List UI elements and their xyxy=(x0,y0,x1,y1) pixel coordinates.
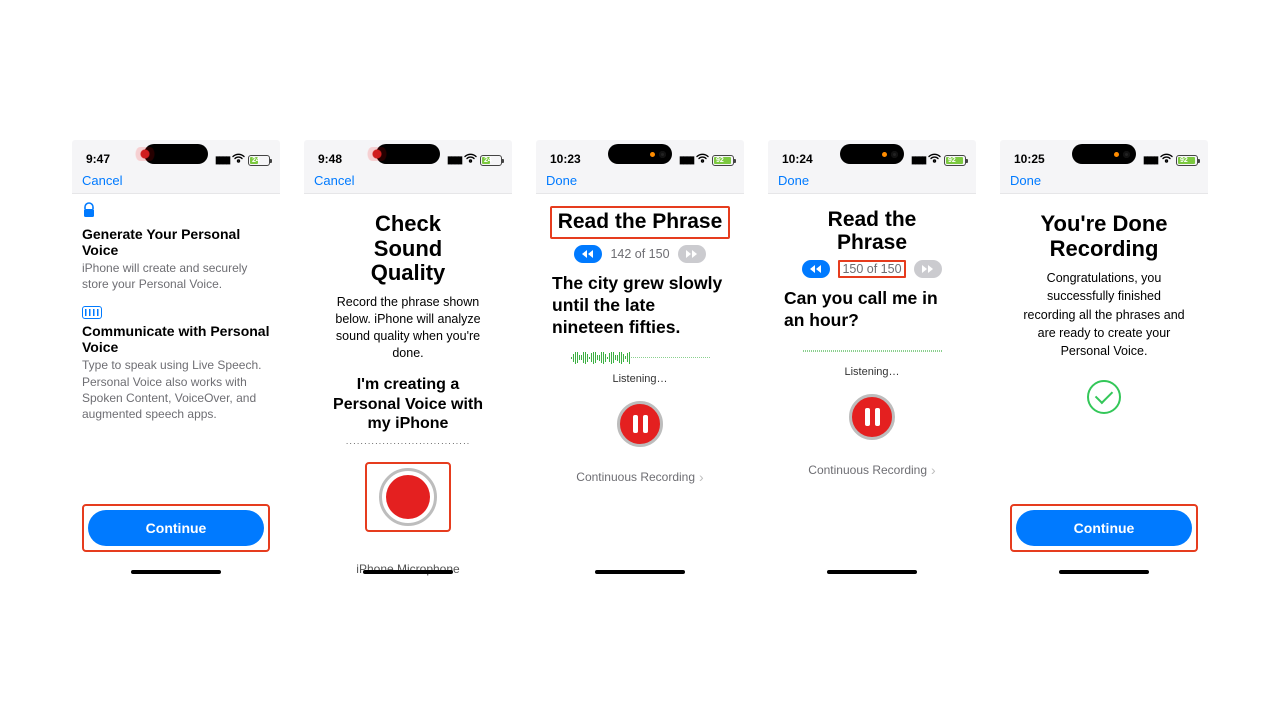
dynamic-island xyxy=(840,144,904,164)
battery-icon: 92 xyxy=(712,155,734,166)
status-bar: 10:23 ▮▮▮▮ 92 xyxy=(536,140,744,168)
highlight-box: Continue xyxy=(1010,504,1198,552)
pause-button[interactable] xyxy=(617,401,663,447)
home-indicator[interactable] xyxy=(827,570,917,574)
phrase-count: 150 of 150 xyxy=(838,260,905,278)
battery-icon: 24 xyxy=(480,155,502,166)
pause-button[interactable] xyxy=(849,394,895,440)
page-body: Record the phrase shown below. iPhone wi… xyxy=(324,294,492,362)
record-button[interactable] xyxy=(379,468,437,526)
nav-bar: Cancel xyxy=(304,168,512,194)
prev-phrase-button[interactable] xyxy=(574,245,602,263)
home-indicator[interactable] xyxy=(131,570,221,574)
footer-label: Continuous Recording xyxy=(808,463,927,477)
screen-1-intro: 9:47 ▮▮▮▮ 24 Cancel Generate Your Person… xyxy=(72,140,280,580)
waveform-icon xyxy=(778,344,966,358)
wifi-icon xyxy=(928,153,941,166)
highlight-box: Read the Phrase xyxy=(550,206,731,239)
cellular-icon: ▮▮▮▮ xyxy=(679,155,693,166)
listening-label: Listening… xyxy=(546,373,734,385)
phrase-text: Can you call me in an hour? xyxy=(784,288,960,332)
home-indicator[interactable] xyxy=(363,570,453,574)
section-2-desc: Type to speak using Live Speech. Persona… xyxy=(82,357,270,422)
continuous-recording-link[interactable]: Continuous Recording › xyxy=(546,469,734,485)
cellular-icon: ▮▮▮▮ xyxy=(1143,155,1157,166)
status-time: 9:47 xyxy=(86,152,110,166)
lock-icon xyxy=(82,202,270,223)
cancel-button[interactable]: Cancel xyxy=(314,173,354,188)
done-button[interactable]: Done xyxy=(546,173,577,188)
listening-label: Listening… xyxy=(778,366,966,378)
status-time: 10:24 xyxy=(782,152,813,166)
dynamic-island xyxy=(1072,144,1136,164)
dynamic-island xyxy=(144,144,208,164)
status-time: 10:23 xyxy=(550,152,581,166)
highlight-box xyxy=(365,462,451,532)
nav-bar: Done xyxy=(536,168,744,194)
wifi-icon xyxy=(1160,153,1173,166)
done-button[interactable]: Done xyxy=(778,173,809,188)
screen-2-sound-check: 9:48 ▮▮▮▮ 24 Cancel Check Sound Quality … xyxy=(304,140,512,580)
continue-button[interactable]: Continue xyxy=(1016,510,1192,546)
phrase-counter-row: 150 of 150 xyxy=(778,260,966,278)
prev-phrase-button[interactable] xyxy=(802,260,830,278)
chevron-right-icon: › xyxy=(699,469,704,485)
battery-icon: 92 xyxy=(1176,155,1198,166)
cancel-button[interactable]: Cancel xyxy=(82,173,122,188)
cellular-icon: ▮▮▮▮ xyxy=(447,155,461,166)
wifi-icon xyxy=(696,153,709,166)
done-button[interactable]: Done xyxy=(1010,173,1041,188)
battery-icon: 24 xyxy=(248,155,270,166)
nav-bar: Cancel xyxy=(72,168,280,194)
waveform-icon xyxy=(546,351,734,365)
page-title: Read the Phrase xyxy=(558,210,723,233)
phrase-counter-row: 142 of 150 xyxy=(546,245,734,263)
home-indicator[interactable] xyxy=(595,570,685,574)
wifi-icon xyxy=(464,153,477,166)
section-2-title: Communicate with Personal Voice xyxy=(82,323,270,355)
screen-5-done: 10:25 ▮▮▮▮ 92 Done You're Done Recording… xyxy=(1000,140,1208,580)
nav-bar: Done xyxy=(768,168,976,194)
page-title: Check Sound Quality xyxy=(342,212,474,286)
keyboard-icon xyxy=(82,306,102,319)
dynamic-island xyxy=(376,144,440,164)
chevron-right-icon: › xyxy=(931,462,936,478)
status-bar: 9:48 ▮▮▮▮ 24 xyxy=(304,140,512,168)
status-bar: 9:47 ▮▮▮▮ 24 xyxy=(72,140,280,168)
wifi-icon xyxy=(232,153,245,166)
section-1-title: Generate Your Personal Voice xyxy=(82,226,270,258)
page-title: Read the Phrase xyxy=(812,208,932,254)
battery-icon: 92 xyxy=(944,155,966,166)
screen-4-read-phrase: 10:24 ▮▮▮▮ 92 Done Read the Phrase 150 o… xyxy=(768,140,976,580)
continue-button[interactable]: Continue xyxy=(88,510,264,546)
phrase-count: 142 of 150 xyxy=(610,247,669,261)
screen-3-read-phrase: 10:23 ▮▮▮▮ 92 Done Read the Phrase 142 o… xyxy=(536,140,744,580)
status-time: 9:48 xyxy=(318,152,342,166)
sample-phrase: I'm creating a Personal Voice with my iP… xyxy=(332,375,484,433)
cellular-icon: ▮▮▮▮ xyxy=(215,155,229,166)
dynamic-island xyxy=(608,144,672,164)
cellular-icon: ▮▮▮▮ xyxy=(911,155,925,166)
section-1-desc: iPhone will create and securely store yo… xyxy=(82,260,270,292)
continuous-recording-link[interactable]: Continuous Recording › xyxy=(778,462,966,478)
home-indicator[interactable] xyxy=(1059,570,1149,574)
phrase-text: The city grew slowly until the late nine… xyxy=(552,273,728,339)
checkmark-icon xyxy=(1087,380,1121,414)
status-bar: 10:25 ▮▮▮▮ 92 xyxy=(1000,140,1208,168)
next-phrase-button[interactable] xyxy=(914,260,942,278)
waveform-placeholder: ·································· xyxy=(314,439,502,448)
next-phrase-button[interactable] xyxy=(678,245,706,263)
highlight-box: Continue xyxy=(82,504,270,552)
page-title: You're Done Recording xyxy=(1016,212,1192,261)
status-bar: 10:24 ▮▮▮▮ 92 xyxy=(768,140,976,168)
status-time: 10:25 xyxy=(1014,152,1045,166)
footer-label: Continuous Recording xyxy=(576,470,695,484)
page-body: Congratulations, you successfully finish… xyxy=(1020,269,1188,360)
nav-bar: Done xyxy=(1000,168,1208,194)
